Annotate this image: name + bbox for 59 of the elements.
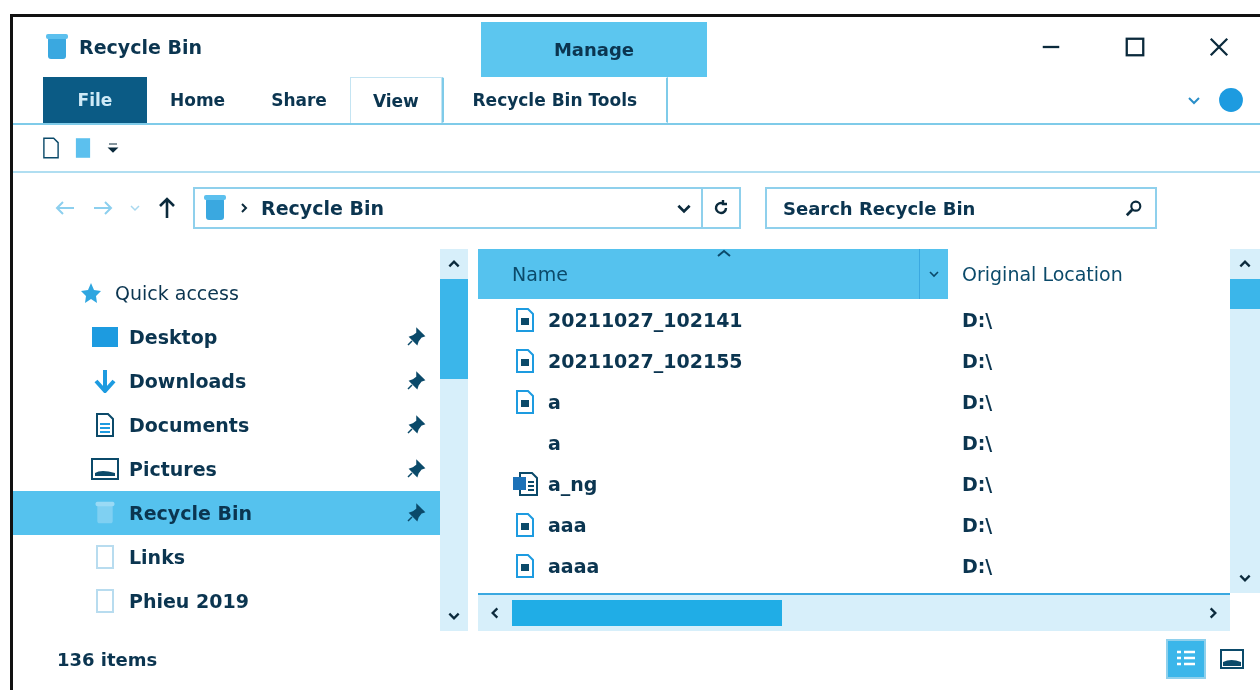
document-icon[interactable]	[43, 136, 59, 160]
pin-icon[interactable]	[406, 459, 426, 479]
pin-icon[interactable]	[406, 371, 426, 391]
pin-icon[interactable]	[406, 327, 426, 347]
original-location: D:\	[961, 554, 993, 577]
help-icon[interactable]	[1218, 87, 1244, 113]
vertical-scrollbar[interactable]	[440, 249, 468, 631]
refresh-button[interactable]	[703, 187, 741, 229]
address-bar[interactable]: Recycle Bin	[193, 187, 703, 229]
file-name[interactable]: a	[548, 431, 561, 454]
navigation-item[interactable]: Desktop	[13, 315, 440, 359]
navigation-item[interactable]: Downloads	[13, 359, 440, 403]
maximize-icon[interactable]	[1124, 36, 1146, 58]
navigation-item[interactable]: Documents	[13, 403, 440, 447]
pin-icon[interactable]	[406, 415, 426, 435]
monitor-icon	[91, 325, 119, 349]
item-count: 136 items	[57, 648, 158, 670]
navigation-item[interactable]: Phieu 2019	[13, 579, 440, 623]
original-location: D:\	[961, 390, 993, 413]
original-location: D:\	[961, 472, 993, 495]
pin-icon[interactable]	[406, 503, 426, 523]
address-path[interactable]: Recycle Bin	[261, 197, 384, 219]
original-location: D:\	[961, 308, 993, 331]
file-name[interactable]: 20211027_102141	[548, 308, 743, 331]
file-name[interactable]: aaa	[548, 513, 587, 536]
window-title: Recycle Bin	[79, 36, 202, 58]
navigation-item[interactable]: Recycle Bin	[13, 491, 440, 535]
trash-bin-icon	[203, 194, 227, 222]
scroll-thumb[interactable]	[512, 600, 782, 626]
original-location: D:\	[961, 513, 993, 536]
column-header[interactable]: Name	[478, 249, 948, 299]
trash-bin-icon	[45, 33, 69, 61]
navigation-item[interactable]: Pictures	[13, 447, 440, 491]
close-icon[interactable]	[1208, 36, 1230, 58]
original-location: D:\	[961, 431, 993, 454]
context-tab-header: Manage	[481, 22, 707, 77]
file-name[interactable]: a_ng	[548, 472, 598, 495]
horizontal-scrollbar[interactable]	[478, 593, 1230, 631]
file-tab[interactable]: File	[43, 77, 147, 123]
original-location: D:\	[961, 349, 993, 372]
scroll-thumb[interactable]	[440, 279, 468, 379]
scroll-thumb[interactable]	[1230, 279, 1260, 309]
picture-icon	[91, 457, 119, 481]
ribbon-tab[interactable]: View	[349, 77, 442, 123]
navigation-item[interactable]: Links	[13, 535, 440, 579]
column-header[interactable]: Original Location	[948, 249, 1230, 299]
dropdown-icon[interactable]	[107, 142, 119, 154]
file-name[interactable]: 20211027_102155	[548, 349, 743, 372]
picture-icon	[1220, 649, 1244, 669]
search-field[interactable]: Search Recycle Bin	[765, 187, 1157, 229]
file-name[interactable]: aaaa	[548, 554, 600, 577]
navigation-item[interactable]: Quick access	[13, 271, 440, 315]
search-icon[interactable]	[1125, 199, 1143, 217]
file-name[interactable]: a	[548, 390, 561, 413]
sort-caret-icon	[716, 249, 732, 257]
chevron-right-icon	[239, 202, 249, 214]
ribbon-tab[interactable]: Recycle Bin Tools	[441, 77, 668, 123]
vertical-scrollbar[interactable]	[1230, 249, 1260, 593]
word-document-icon	[512, 471, 538, 496]
